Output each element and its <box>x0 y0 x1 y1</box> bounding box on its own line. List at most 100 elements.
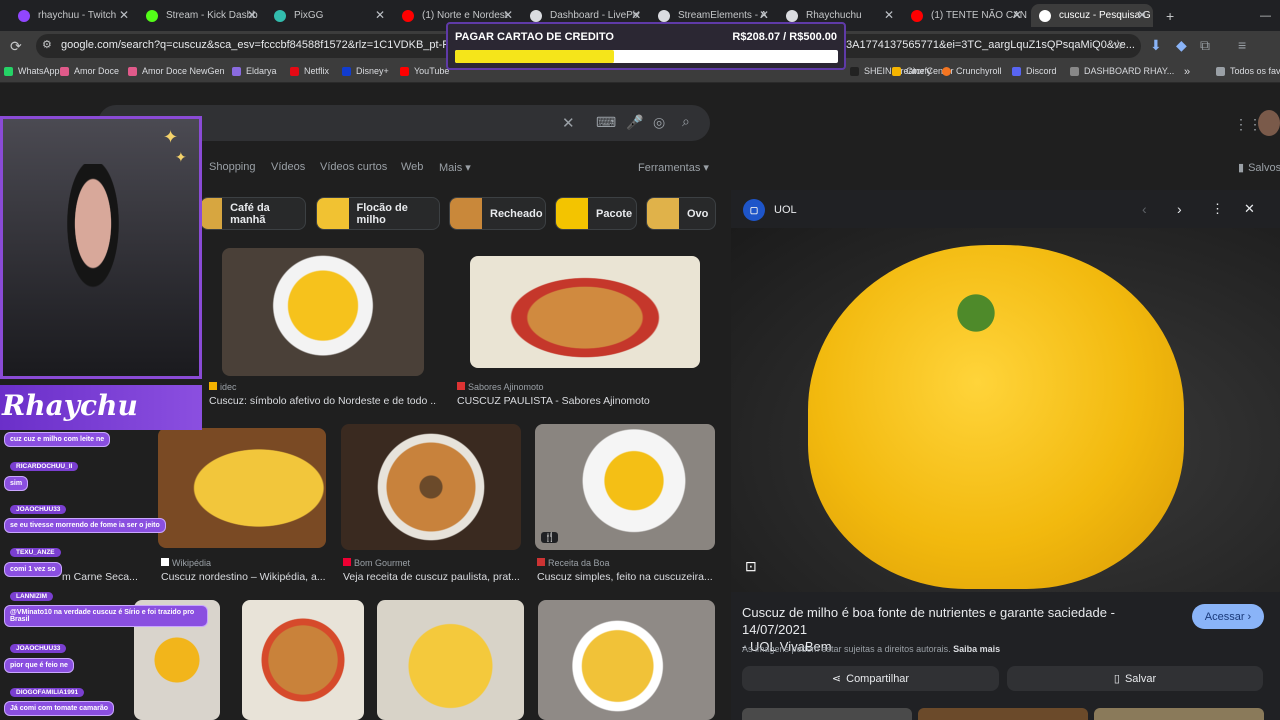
previous-icon[interactable]: ‹ <box>1142 201 1147 217</box>
close-icon[interactable]: ✕ <box>1012 8 1022 22</box>
reload-icon[interactable]: ⟳ <box>10 38 22 55</box>
panel-source[interactable]: UOL <box>774 204 797 216</box>
result-image[interactable] <box>470 256 700 368</box>
bookmark-netflix[interactable]: Netflix <box>290 66 329 76</box>
bookmark-icon: ▮ <box>1238 162 1245 174</box>
copyright-notice: As imagens podem estar sujeitas a direit… <box>742 644 1001 654</box>
folder-icon <box>1216 66 1225 76</box>
goal-amount: R$208.07 / R$500.00 <box>732 31 837 43</box>
close-icon[interactable]: ✕ <box>503 8 513 22</box>
chip-pacote[interactable]: Pacote <box>555 197 637 230</box>
bookmark-youtube[interactable]: YouTube <box>400 66 449 76</box>
result-image[interactable] <box>341 424 521 550</box>
star-icon[interactable]: ☆ <box>1112 37 1124 53</box>
recipe-icon: 🍴 <box>541 532 559 543</box>
related-image[interactable] <box>1094 708 1264 720</box>
related-image[interactable] <box>918 708 1088 720</box>
close-icon[interactable]: ✕ <box>375 8 385 22</box>
related-image[interactable] <box>742 708 912 720</box>
avatar[interactable] <box>1258 110 1280 136</box>
tab-web[interactable]: Web <box>401 161 423 173</box>
puzzle-icon[interactable]: ⧉ <box>1200 37 1210 54</box>
pixgg-icon <box>274 9 286 22</box>
lens-icon[interactable]: ◎ <box>653 114 665 131</box>
youtube-icon <box>402 9 414 22</box>
close-icon[interactable]: ✕ <box>884 8 894 22</box>
cinefy-icon <box>892 66 901 76</box>
bookmark-disney[interactable]: Disney+ <box>342 66 389 76</box>
chip-breakfast[interactable]: Café da manhã <box>200 197 306 230</box>
tab-kick[interactable]: Stream - Kick Dashb ✕ <box>138 4 263 27</box>
share-button[interactable]: ⋖ Compartilhar <box>742 666 999 691</box>
streamer-figure <box>48 164 138 334</box>
dashboard-icon <box>1070 66 1079 76</box>
chip-ovo[interactable]: Ovo <box>646 197 716 230</box>
close-icon[interactable]: ✕ <box>247 8 257 22</box>
chip-recheado[interactable]: Recheado <box>449 197 546 230</box>
search-icon[interactable]: ⌕ <box>682 113 690 130</box>
result-image[interactable] <box>377 600 524 720</box>
download-icon[interactable]: ⬇ <box>1150 37 1162 54</box>
tab-youtube-2[interactable]: (1) TENTE NÃO CAN ✕ <box>903 4 1028 27</box>
keyboard-icon[interactable]: ⌨ <box>596 114 616 131</box>
tab-short-videos[interactable]: Vídeos curtos <box>320 161 387 173</box>
bookmark-icon: ▯ <box>1113 673 1120 685</box>
webcam-frame: ✦ ✦ <box>0 116 202 379</box>
result-title[interactable]: Cuscuz simples, feito na cuscuzeira... <box>537 571 715 583</box>
result-image[interactable] <box>242 600 364 720</box>
bookmark-all-favorites[interactable]: Todos os fav <box>1216 66 1280 76</box>
save-button[interactable]: ▯ Salvar <box>1007 666 1263 691</box>
tab-pixgg[interactable]: PixGG ✕ <box>266 4 391 27</box>
chip-flocao[interactable]: Flocão de milho <box>316 197 440 230</box>
clear-icon[interactable]: ✕ <box>562 114 575 132</box>
menu-icon[interactable]: ≡ <box>1238 37 1246 53</box>
close-icon[interactable]: ✕ <box>759 8 769 22</box>
site-info-icon[interactable]: ⚙ <box>42 38 52 51</box>
bookmark-eldarya[interactable]: Eldarya <box>232 66 277 76</box>
bookmark-amor-doce[interactable]: Amor Doce <box>60 66 119 76</box>
wikipedia-icon <box>161 558 169 566</box>
bookmark-cinefy[interactable]: Cinefy <box>892 66 932 76</box>
ajinomoto-icon <box>457 382 465 390</box>
bookmark-whatsapp[interactable]: WhatsApp <box>4 66 60 76</box>
learn-more-link[interactable]: Saiba mais <box>953 644 1000 654</box>
preview-image[interactable]: ⊡ <box>731 228 1280 592</box>
result-title[interactable]: Cuscuz nordestino – Wikipédia, a... <box>161 571 326 583</box>
minimize-icon[interactable]: — <box>1252 4 1271 27</box>
star-icon: ✦ <box>175 149 187 165</box>
bookmark-discord[interactable]: Discord <box>1012 66 1057 76</box>
close-panel-icon[interactable]: ✕ <box>1244 201 1255 217</box>
more-options-icon[interactable]: ⋮ <box>1211 201 1224 217</box>
result-title[interactable]: Cuscuz: símbolo afetivo do Nordeste e de… <box>209 395 437 407</box>
tab-more[interactable]: Mais ▾ <box>439 161 471 174</box>
tab-videos[interactable]: Vídeos <box>271 161 305 173</box>
microphone-icon[interactable]: 🎤 <box>626 114 643 131</box>
tools-button[interactable]: Ferramentas ▾ <box>638 161 709 174</box>
extension-icon[interactable]: ◆ <box>1176 37 1187 54</box>
close-icon[interactable]: ✕ <box>631 8 641 22</box>
tab-shopping[interactable]: Shopping <box>209 161 256 173</box>
bookmark-dashboard[interactable]: DASHBOARD RHAY... <box>1070 66 1174 76</box>
result-image[interactable] <box>222 248 424 376</box>
next-icon[interactable]: › <box>1177 201 1182 217</box>
result-source: Receita da Boa <box>537 558 610 568</box>
tab-twitch[interactable]: rhaychuu - Twitch ✕ <box>10 4 135 27</box>
lens-search-icon[interactable]: ⊡ <box>745 558 757 575</box>
close-icon[interactable]: ✕ <box>1137 8 1147 22</box>
result-image[interactable] <box>535 424 715 550</box>
result-image[interactable] <box>538 600 715 720</box>
chevron-right-icon[interactable]: » <box>1184 66 1190 78</box>
eldarya-icon <box>232 66 241 76</box>
bookmark-crunchyroll[interactable]: Crunchyroll <box>942 66 1002 76</box>
bookmark-amor-doce-newgen[interactable]: Amor Doce NewGen <box>128 66 225 76</box>
visit-button[interactable]: Acessar › <box>1192 604 1264 629</box>
new-tab-button[interactable]: + <box>1158 4 1178 27</box>
result-title[interactable]: Veja receita de cuscuz paulista, prat... <box>343 571 521 583</box>
result-title[interactable]: m Carne Seca... <box>62 571 142 583</box>
result-image[interactable] <box>158 428 326 548</box>
stream-logo: Rhaychu <box>0 385 202 430</box>
result-title[interactable]: CUSCUZ PAULISTA - Sabores Ajinomoto <box>457 395 707 407</box>
close-icon[interactable]: ✕ <box>119 8 129 22</box>
saved-button[interactable]: ▮ Salvos <box>1238 161 1280 174</box>
tab-google-search[interactable]: cuscuz - Pesquisa G ✕ <box>1031 4 1153 27</box>
